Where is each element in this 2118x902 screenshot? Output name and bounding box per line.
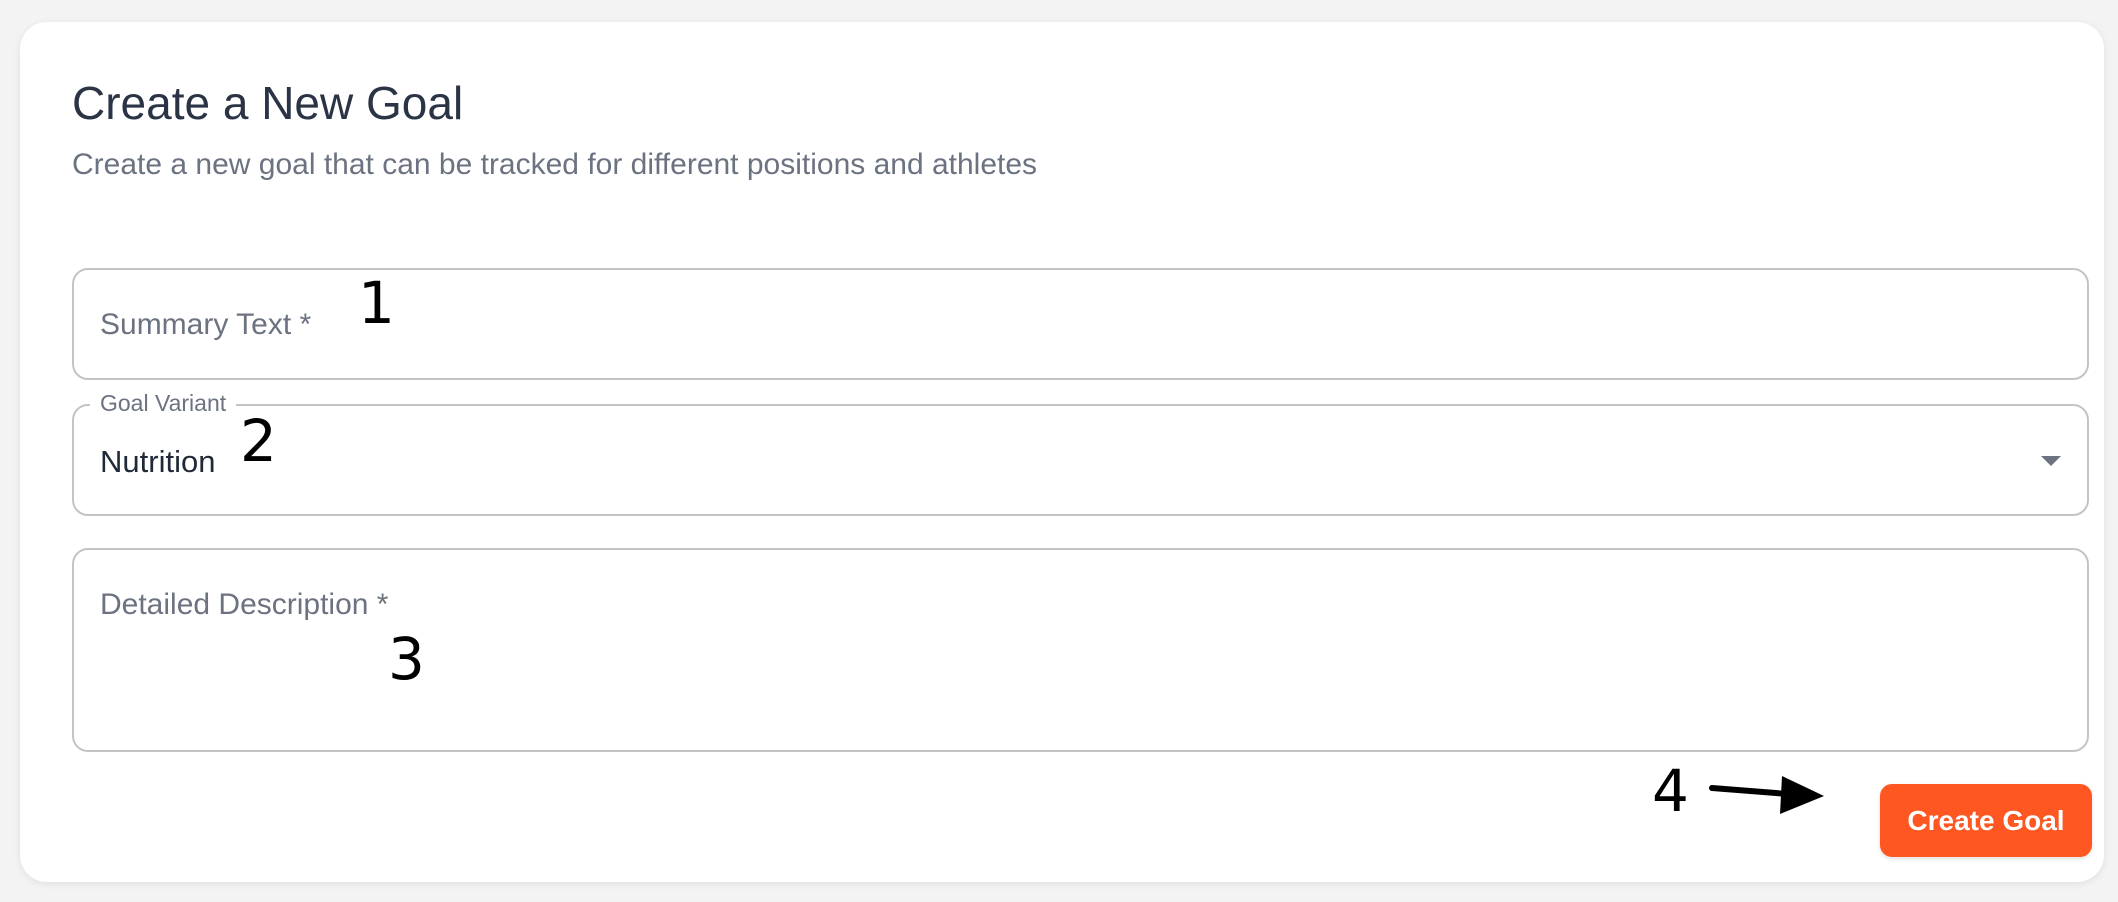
goal-variant-value: Nutrition [100,444,216,479]
goal-variant-label: Goal Variant [90,390,237,417]
arrow-right-icon [1709,776,1824,814]
detailed-description-placeholder: Detailed Description * [100,588,389,621]
summary-text-placeholder: Summary Text * [100,308,312,341]
goal-variant-select[interactable]: Goal Variant Nutrition [72,390,2089,516]
goal-form-card: Create a New Goal Create a new goal that… [20,22,2104,882]
annotation-number-4: 4 [1652,757,1689,825]
chevron-down-icon[interactable] [2041,456,2061,466]
page-subtitle: Create a new goal that can be tracked fo… [72,148,1038,181]
annotation-number-3: 3 [388,625,425,693]
annotation-number-1: 1 [358,269,395,337]
detailed-description-field[interactable]: Detailed Description * [72,548,2089,752]
create-goal-button[interactable]: Create Goal [1880,784,2092,857]
annotation-number-2: 2 [240,407,277,475]
page-title: Create a New Goal [72,77,464,129]
